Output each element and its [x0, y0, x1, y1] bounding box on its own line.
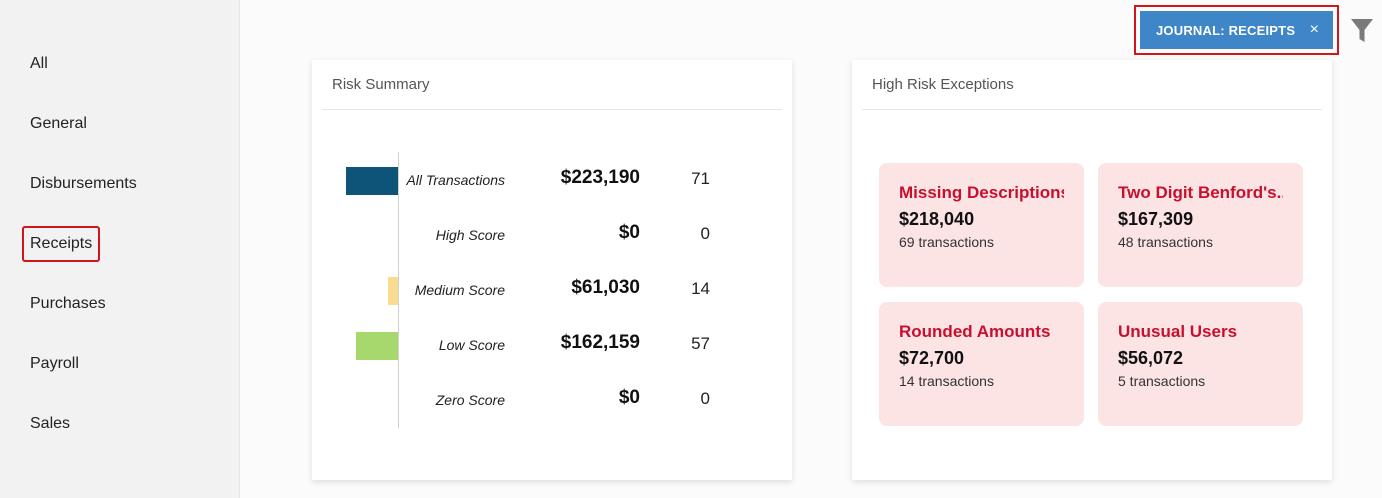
- row-count-all-transactions[interactable]: 71: [691, 169, 710, 189]
- bar-low-score: [356, 332, 398, 360]
- tile-amount: $167,309: [1118, 209, 1194, 229]
- bar-medium-score: [388, 277, 398, 305]
- sidebar-item-general[interactable]: General: [30, 114, 87, 134]
- journal-filter-label: JOURNAL: RECEIPTS: [1156, 22, 1296, 38]
- tile-amount: $56,072: [1118, 348, 1184, 368]
- row-count-medium-score[interactable]: 14: [691, 279, 710, 299]
- row-count-low-score[interactable]: 57: [691, 334, 710, 354]
- row-label-zero-score: Zero Score: [435, 392, 505, 408]
- tile-count: 14 transactions: [899, 373, 994, 389]
- row-count-high-score[interactable]: 0: [701, 224, 710, 244]
- row-count-zero-score[interactable]: 0: [701, 389, 710, 409]
- tile-count: 48 transactions: [1118, 234, 1213, 250]
- row-amount-all-transactions[interactable]: $223,190: [561, 167, 640, 189]
- sidebar-item-all[interactable]: All: [30, 54, 48, 74]
- bar-all-transactions: [346, 167, 398, 195]
- sidebar-item-disbursements[interactable]: Disbursements: [30, 174, 137, 194]
- tile-title: Rounded Amounts: [899, 322, 1051, 341]
- exception-tile-unusual-users[interactable]: Unusual Users $56,072 5 transactions: [1098, 302, 1303, 426]
- exception-tile-rounded-amounts[interactable]: Rounded Amounts $72,700 14 transactions: [879, 302, 1084, 426]
- exception-tile-missing-descriptions[interactable]: Missing Descriptions $218,040 69 transac…: [879, 163, 1084, 287]
- tile-count: 5 transactions: [1118, 373, 1206, 389]
- row-label-high-score: High Score: [435, 227, 505, 243]
- tile-amount: $72,700: [899, 348, 965, 368]
- tile-title: Missing Descriptions: [899, 183, 1064, 202]
- close-icon[interactable]: ×: [1310, 22, 1319, 38]
- sidebar-item-purchases[interactable]: Purchases: [30, 294, 106, 314]
- row-label-low-score: Low Score: [438, 337, 505, 353]
- journal-filter-chip: JOURNAL: RECEIPTS ×: [1134, 5, 1339, 55]
- exception-tile-two-digit-benford[interactable]: Two Digit Benford's... $167,309 48 trans…: [1098, 163, 1303, 287]
- filter-icon[interactable]: [1351, 18, 1373, 44]
- tile-title: Two Digit Benford's...: [1118, 183, 1283, 202]
- tile-amount: $218,040: [899, 209, 975, 229]
- row-amount-high-score[interactable]: $0: [619, 222, 640, 244]
- sidebar: All General Disbursements Receipts Purch…: [0, 0, 240, 498]
- divider: [862, 109, 1322, 110]
- row-amount-medium-score[interactable]: $61,030: [571, 277, 640, 299]
- tile-count: 69 transactions: [899, 234, 994, 250]
- row-amount-low-score[interactable]: $162,159: [561, 332, 640, 354]
- row-label-medium-score: Medium Score: [414, 282, 505, 298]
- risk-summary-card: Risk Summary All Transactions $223,190 7…: [312, 60, 792, 480]
- high-risk-exceptions-title: High Risk Exceptions: [872, 76, 1014, 93]
- journal-filter-chip-body[interactable]: JOURNAL: RECEIPTS ×: [1140, 11, 1333, 49]
- risk-summary-title: Risk Summary: [332, 76, 430, 93]
- row-amount-zero-score[interactable]: $0: [619, 387, 640, 409]
- high-risk-exceptions-card: High Risk Exceptions Missing Description…: [852, 60, 1332, 480]
- sidebar-item-receipts[interactable]: Receipts: [21, 226, 101, 262]
- row-label-all-transactions: All Transactions: [406, 172, 505, 188]
- tile-title: Unusual Users: [1118, 322, 1238, 341]
- chart-axis: [398, 152, 399, 428]
- sidebar-item-payroll[interactable]: Payroll: [30, 354, 79, 374]
- sidebar-item-sales[interactable]: Sales: [30, 414, 70, 434]
- divider: [322, 109, 782, 110]
